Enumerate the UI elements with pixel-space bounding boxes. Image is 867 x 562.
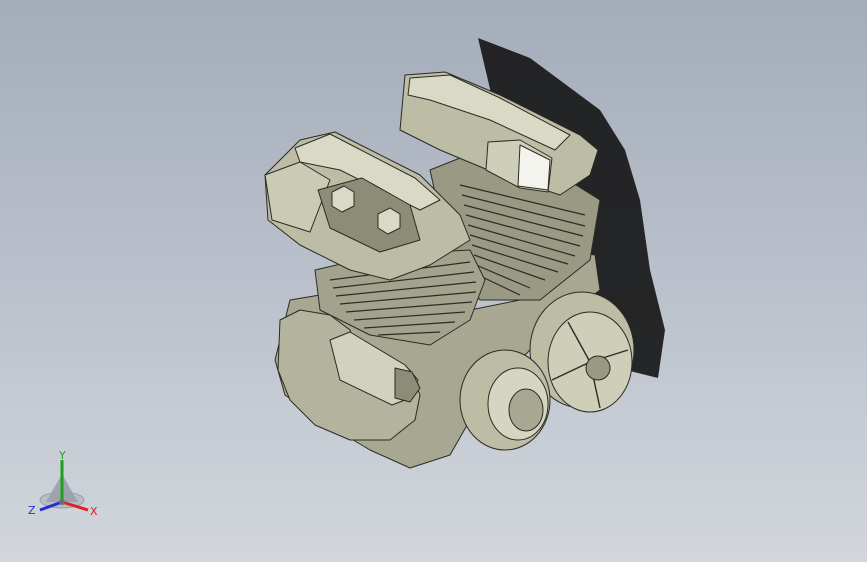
triad-origin xyxy=(59,499,65,505)
graphics-viewport[interactable]: Y Z X xyxy=(0,0,867,562)
view-orientation-triad[interactable]: Y Z X xyxy=(26,450,106,520)
triad-y-label: Y xyxy=(59,449,66,462)
hex-bolt-right xyxy=(377,207,401,235)
hex-bolt-left xyxy=(331,185,355,213)
triad-z-label: Z xyxy=(28,504,36,517)
triad-x-label: X xyxy=(90,505,98,518)
clutch-cover-hub xyxy=(585,355,611,381)
engine-model[interactable] xyxy=(0,0,867,562)
timing-cover-inner xyxy=(508,388,544,432)
